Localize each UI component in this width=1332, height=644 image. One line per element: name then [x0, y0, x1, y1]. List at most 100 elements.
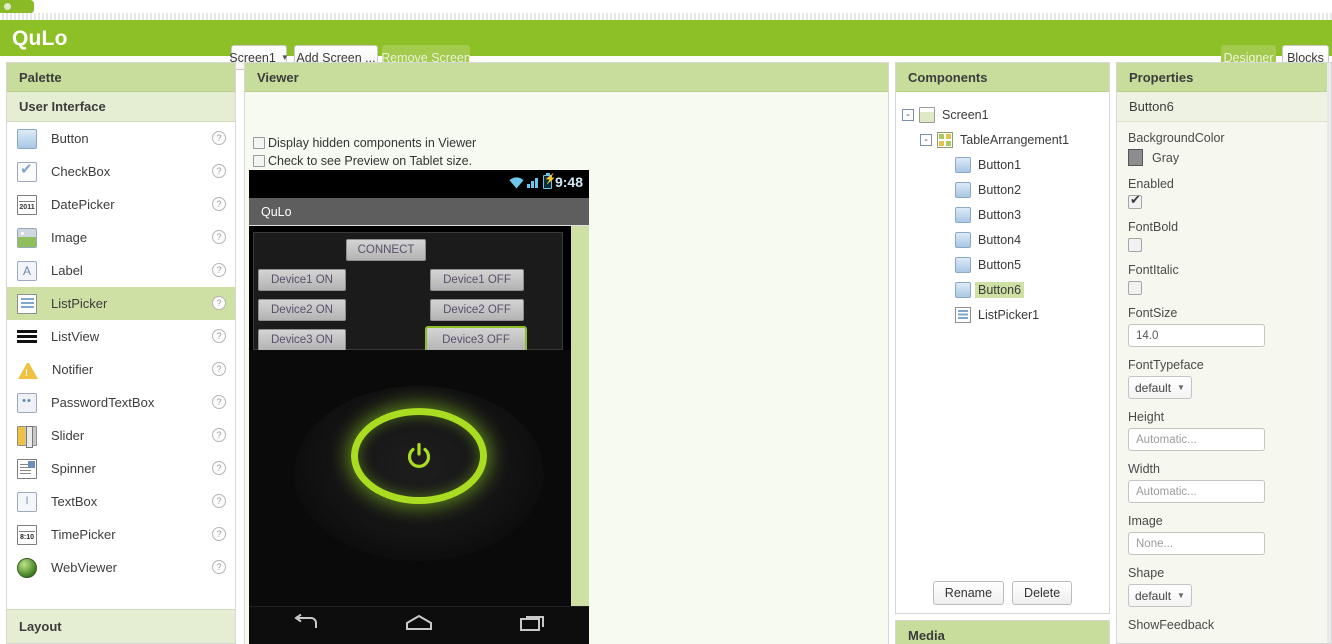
help-icon[interactable]: ?	[212, 395, 226, 409]
palette-item-timepicker[interactable]: 8:10 TimePicker?	[7, 518, 235, 551]
palette-item-label[interactable]: A Label?	[7, 254, 235, 287]
property-name-backgroundcolor: BackgroundColor	[1128, 131, 1225, 145]
tablet-preview-row[interactable]: Check to see Preview on Tablet size.	[253, 154, 472, 168]
collapse-toggle-icon[interactable]: -	[920, 133, 932, 146]
palette-item-list: Button?CheckBox?2011DatePicker?Image?ALa…	[7, 122, 235, 584]
property-input-height[interactable]: Automatic...	[1128, 428, 1265, 451]
tree-node-button3[interactable]: Button3	[902, 202, 1109, 227]
table-arrangement-preview[interactable]: CONNECT Device1 ON Device1 OFF Device2 ON De…	[253, 232, 563, 354]
help-icon[interactable]: ?	[212, 461, 226, 475]
property-name-shape: Shape	[1128, 566, 1165, 580]
palette-item-image[interactable]: Image?	[7, 221, 235, 254]
phone-navigation-bar	[249, 606, 589, 644]
property-name-showfeedback: ShowFeedback	[1128, 618, 1215, 632]
property-select-value: default	[1135, 588, 1172, 603]
collapse-toggle-icon[interactable]: -	[902, 108, 914, 121]
palette-section-layout[interactable]: Layout	[7, 609, 235, 643]
tablet-preview-label: Check to see Preview on Tablet size.	[268, 154, 473, 168]
component-actions: Rename Delete	[896, 581, 1109, 605]
display-hidden-components-row[interactable]: Display hidden components in Viewer	[253, 136, 476, 150]
palette-item-label: Image	[51, 230, 88, 245]
listpicker-icon	[17, 293, 37, 314]
phone-button-device3-on[interactable]: Device3 ON	[258, 329, 346, 351]
listview-icon	[17, 327, 37, 347]
palette-item-spinner[interactable]: Spinner?	[7, 452, 235, 485]
help-icon[interactable]: ?	[212, 197, 226, 211]
slider-icon	[17, 425, 37, 448]
property-name-width: Width	[1128, 462, 1160, 476]
property-name-image: Image	[1128, 514, 1163, 528]
property-input-fontsize[interactable]: 14.0	[1128, 324, 1265, 347]
rename-button[interactable]: Rename	[932, 581, 1005, 605]
palette-item-slider[interactable]: Slider?	[7, 419, 235, 452]
tree-node-label: Screen1	[942, 107, 989, 122]
tree-node-button2[interactable]: Button2	[902, 177, 1109, 202]
palette-item-datepicker[interactable]: 2011 DatePicker?	[7, 188, 235, 221]
palette-item-label: CheckBox	[51, 164, 111, 179]
display-hidden-components-checkbox[interactable]	[253, 137, 265, 149]
display-hidden-components-label: Display hidden components in Viewer	[268, 136, 477, 150]
palette-item-label: Notifier	[52, 362, 94, 377]
property-checkbox-enabled[interactable]	[1128, 192, 1142, 209]
palette-item-listpicker[interactable]: ListPicker?	[7, 287, 235, 320]
palette-item-listview[interactable]: ListView?	[7, 320, 235, 353]
phone-button-device1-on[interactable]: Device1 ON	[258, 269, 346, 291]
tablet-preview-checkbox[interactable]	[253, 155, 265, 167]
palette-section-user-interface[interactable]: User Interface	[7, 92, 235, 122]
phone-button-connect[interactable]: CONNECT	[346, 239, 426, 261]
tree-node-button1[interactable]: Button1	[902, 152, 1109, 177]
phone-button-device1-off[interactable]: Device1 OFF	[430, 269, 524, 291]
help-icon[interactable]: ?	[212, 296, 226, 310]
property-spacer	[1128, 503, 1321, 514]
palette-item-passwordtextbox[interactable]: •• PasswordTextBox?	[7, 386, 235, 419]
property-input-width[interactable]: Automatic...	[1128, 480, 1265, 503]
property-select-fonttypeface[interactable]: default ▼	[1128, 376, 1192, 399]
tree-node-button4[interactable]: Button4	[902, 227, 1109, 252]
tree-node-screen1[interactable]: - Screen1	[902, 102, 1109, 127]
help-icon[interactable]: ?	[212, 527, 226, 541]
palette-item-label: ListPicker	[51, 296, 108, 311]
property-spacer	[1128, 166, 1321, 177]
non-visible-area-strip	[571, 226, 589, 644]
browser-tab-fragment[interactable]	[0, 0, 34, 13]
help-icon[interactable]: ?	[212, 560, 226, 574]
palette-item-checkbox[interactable]: CheckBox?	[7, 155, 235, 188]
help-icon[interactable]: ?	[212, 494, 226, 508]
property-input-image[interactable]: None...	[1128, 532, 1265, 555]
help-icon[interactable]: ?	[212, 329, 226, 343]
phone-button-device2-on[interactable]: Device2 ON	[258, 299, 346, 321]
tree-node-button6[interactable]: Button6	[902, 277, 1109, 302]
help-icon[interactable]: ?	[212, 428, 226, 442]
help-icon[interactable]: ?	[212, 131, 226, 145]
phone-button-device2-off[interactable]: Device2 OFF	[430, 299, 524, 321]
property-checkbox-fontbold[interactable]	[1128, 238, 1142, 252]
recent-apps-icon[interactable]	[518, 614, 548, 637]
color-swatch-icon[interactable]	[1128, 149, 1143, 166]
property-checkbox-fontitalic[interactable]	[1128, 281, 1142, 295]
tree-node-tablearrangement1[interactable]: - TableArrangement1	[902, 127, 1109, 152]
palette-item-webviewer[interactable]: WebViewer?	[7, 551, 235, 584]
home-icon[interactable]	[403, 614, 435, 637]
properties-scrollbar[interactable]	[1327, 63, 1331, 643]
delete-button[interactable]: Delete	[1012, 581, 1073, 605]
property-value-backgroundcolor[interactable]: Gray	[1128, 149, 1321, 166]
palette-item-notifier[interactable]: Notifier?	[7, 353, 235, 386]
listpicker-icon	[955, 306, 971, 323]
tree-node-listpicker1[interactable]: ListPicker1	[902, 302, 1109, 327]
help-icon[interactable]: ?	[212, 263, 226, 277]
help-icon[interactable]: ?	[212, 164, 226, 178]
palette-item-button[interactable]: Button?	[7, 122, 235, 155]
help-icon[interactable]: ?	[212, 362, 226, 376]
signal-bars-icon	[526, 176, 540, 188]
wifi-icon	[509, 176, 524, 189]
back-icon[interactable]	[290, 613, 320, 637]
property-select-shape[interactable]: default ▼	[1128, 584, 1192, 607]
tree-node-button5[interactable]: Button5	[902, 252, 1109, 277]
palette-item-label: ListView	[51, 329, 100, 344]
help-icon[interactable]: ?	[212, 230, 226, 244]
passwordtextbox-icon: ••	[17, 392, 37, 413]
phone-preview: 9:48 QuLo CONNECTDevice1 ON Device1 OFF De…	[249, 170, 589, 644]
label-icon: A	[17, 260, 37, 281]
palette-item-textbox[interactable]: I TextBox?	[7, 485, 235, 518]
palette-item-label: Button	[51, 131, 89, 146]
